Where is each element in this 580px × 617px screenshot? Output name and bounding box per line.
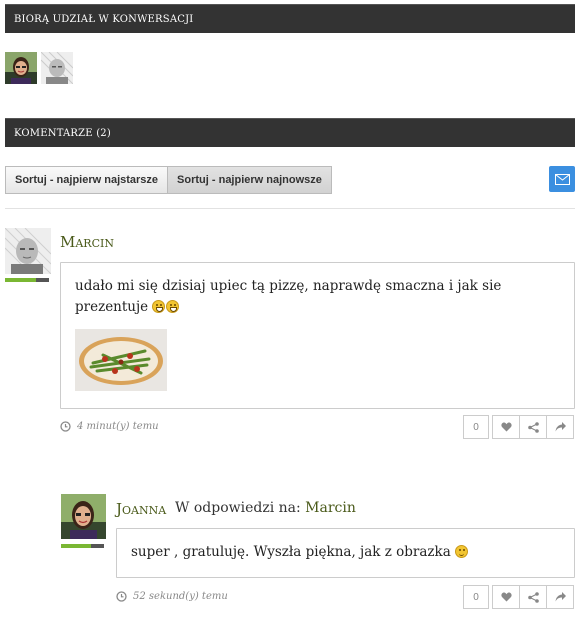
grin-emoji-icon [152, 300, 166, 313]
participants-header: Biorą udział w konwersacji [5, 4, 575, 33]
comments-header-label: Komentarze (2) [14, 127, 111, 139]
comment-text-joanna: super , gratuluję. Wyszła piękna, jak z … [131, 542, 469, 563]
sort-toolbar: Sortuj - najpierw najstarsze Sortuj - na… [5, 166, 332, 194]
comment-body-joanna: super , gratuluję. Wyszła piękna, jak z … [116, 528, 575, 578]
reply-arrow-icon [555, 592, 566, 602]
share-button[interactable] [519, 585, 547, 609]
vote-count: 0 [463, 585, 489, 609]
share-icon [527, 421, 539, 433]
reply-to-author-link[interactable]: Marcin [305, 500, 356, 516]
comment-time-joanna: 52 sekund(y) temu [116, 591, 228, 602]
envelope-icon [554, 173, 570, 185]
comment-actions-marcin: 0 [463, 415, 574, 439]
comment-author-joanna[interactable]: Joanna [116, 500, 166, 518]
comment-time-label: 52 sekund(y) temu [133, 591, 228, 602]
comment-body-marcin: udało mi się dzisiaj upiec tą pizzę, nap… [60, 262, 575, 409]
wink-emoji-icon [455, 545, 469, 558]
subscribe-button[interactable] [549, 166, 575, 192]
grin-emoji-icon [166, 300, 180, 313]
share-button[interactable] [519, 415, 547, 439]
comment-actions-joanna: 0 [463, 585, 574, 609]
reply-prefix: W odpowiedzi na: [175, 500, 301, 516]
share-icon [527, 591, 539, 603]
heart-icon [500, 592, 512, 602]
vote-count: 0 [463, 415, 489, 439]
comment-time-marcin: 4 minut(y) temu [60, 421, 159, 432]
sort-newest-button[interactable]: Sortuj - najpierw najnowsze [168, 166, 332, 194]
reply-arrow-icon [555, 422, 566, 432]
comment-time-label: 4 minut(y) temu [77, 421, 159, 432]
participant-avatar-marcin[interactable] [41, 52, 73, 84]
pizza-photo[interactable] [75, 329, 167, 391]
reply-to-label: W odpowiedzi na: Marcin [175, 500, 356, 516]
participants-header-label: Biorą udział w konwersacji [14, 13, 194, 25]
comment-text-content: super , gratuluję. Wyszła piękna, jak z … [131, 544, 451, 560]
comment-text-content: udało mi się dzisiaj upiec tą pizzę, nap… [75, 278, 502, 315]
reply-button[interactable] [546, 585, 574, 609]
reputation-bar-joanna [61, 544, 104, 548]
participant-avatar-joanna[interactable] [5, 52, 37, 84]
comment-avatar-joanna[interactable] [61, 494, 106, 539]
divider [5, 208, 575, 209]
comments-header: Komentarze (2) [5, 118, 575, 147]
clock-icon [60, 421, 71, 432]
heart-icon [500, 422, 512, 432]
comment-author-marcin[interactable]: Marcin [60, 233, 114, 251]
comment-text-marcin: udało mi się dzisiaj upiec tą pizzę, nap… [75, 276, 565, 318]
comment-avatar-marcin[interactable] [5, 228, 51, 274]
reply-button[interactable] [546, 415, 574, 439]
like-button[interactable] [492, 415, 520, 439]
sort-oldest-button[interactable]: Sortuj - najpierw najstarsze [5, 166, 169, 194]
clock-icon [116, 591, 127, 602]
reputation-bar-marcin [5, 278, 49, 282]
like-button[interactable] [492, 585, 520, 609]
